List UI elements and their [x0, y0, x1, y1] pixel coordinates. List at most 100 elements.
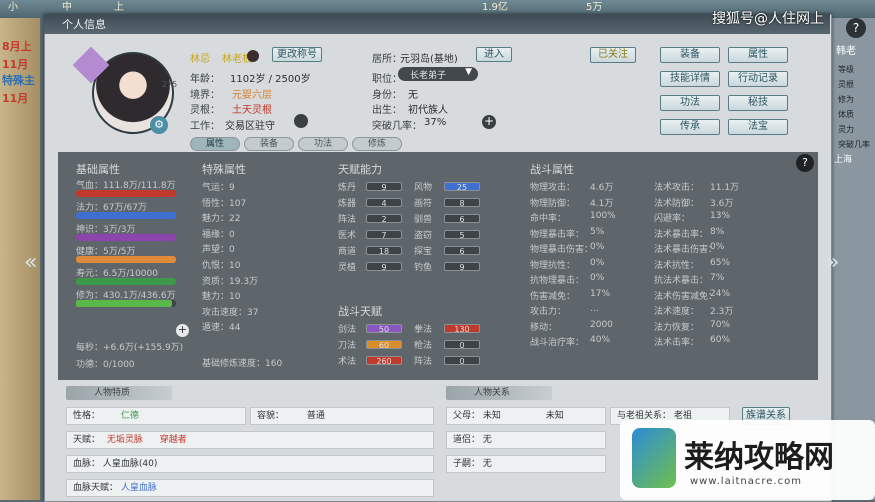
panel-title: 个人信息	[62, 18, 106, 31]
battle-skill-label: 阵法	[414, 357, 433, 367]
tab-attributes[interactable]: 属性	[190, 137, 240, 151]
combat-attr-label: 伤害减免：	[530, 291, 576, 302]
special-attr-item: 魅力：10	[202, 292, 241, 303]
combat-attr-label: 物理暴击率：	[530, 229, 585, 240]
basic-attr-row: 寿元：6.5万/10000	[76, 266, 186, 288]
battle-skill-label: 术法	[338, 357, 357, 367]
map-note-3: 特殊主	[2, 74, 35, 87]
combat-attr-label: 物理攻击：	[530, 183, 576, 193]
help-icon[interactable]: ?	[846, 18, 866, 38]
enter-residence-button[interactable]: 进入	[476, 47, 512, 62]
talent-grid: 炼丹 9 风物 25 炼器 4 画符 8 阵法 2 驯兽 6 医术 7 盗窃 5 商道 18 探宝 6 灵植 9 钓鱼 9	[338, 180, 488, 276]
combat-attr-value: 11.1万	[710, 183, 740, 193]
health-bar	[76, 190, 176, 197]
job-settings-icon[interactable]	[294, 114, 308, 128]
follow-button[interactable]: 已关注	[590, 47, 636, 63]
site-logo-icon	[632, 428, 676, 488]
position-dropdown[interactable]: 长老弟子 ▼	[398, 67, 478, 81]
attributes-button[interactable]: 属性	[728, 47, 788, 63]
stats-help-icon[interactable]: ?	[796, 154, 814, 172]
change-title-button[interactable]: 更改称号	[272, 47, 322, 62]
combat-attr-label: 命中率：	[530, 214, 567, 224]
settings-gear-icon[interactable]: ⚙	[150, 116, 168, 134]
basic-attr-row: 法力：67万/67万	[76, 200, 186, 222]
basic-attr-title: 基础属性	[76, 163, 120, 176]
chevron-down-icon: ▼	[465, 67, 472, 77]
combat-attr-label: 物理抗性：	[530, 260, 576, 271]
special-attr-item: 攻击速度：37	[202, 307, 259, 318]
combat-attr-value: 4.1万	[590, 198, 614, 209]
combat-attr-label: 法术击率：	[654, 338, 700, 348]
age-value: 1102岁 / 2500岁	[230, 74, 311, 85]
skill-detail-button[interactable]: 技能详情	[660, 71, 720, 87]
battle-skill-label: 拳法	[414, 325, 433, 335]
looks-label: 容貌：	[257, 411, 285, 421]
special-attr-item: 声望：0	[202, 245, 235, 256]
talent-label: 画符	[414, 199, 433, 209]
combat-attr-value: 8%	[710, 226, 725, 237]
combat-attr-label: 法术暴击率：	[654, 229, 709, 240]
father-value: 未知	[482, 411, 501, 421]
talent-label: 灵植	[338, 263, 357, 273]
talent-value: 9	[366, 182, 402, 192]
mana-bar	[76, 212, 176, 219]
combat-attr-label: 抗法术暴击：	[654, 276, 709, 286]
tab-technique[interactable]: 功法	[298, 137, 348, 151]
talent-value-b: 穿越者	[159, 435, 187, 445]
personality-row: 性格： 仁德	[66, 407, 246, 425]
right-note-name: 韩老	[836, 46, 856, 57]
talent-label: 炼器	[338, 199, 357, 209]
identity-value: 无	[408, 90, 418, 101]
tab-equipment[interactable]: 装备	[244, 137, 294, 151]
children-label: 子嗣：	[453, 459, 481, 469]
combat-attr-value: 2000	[590, 319, 613, 330]
special-attr-item: 魅力：22	[202, 214, 241, 225]
vitality-bar	[76, 256, 176, 263]
talent-label: 阵法	[338, 215, 357, 225]
treasure-button[interactable]: 法宝	[728, 119, 788, 135]
bloodline-talent-label: 血脉天赋：	[73, 483, 119, 493]
right-info-item: 等级	[838, 65, 854, 74]
talent-value: 8	[444, 198, 480, 208]
site-logo-text: 莱纳攻略网	[684, 440, 834, 475]
talent-label: 驯兽	[414, 215, 433, 225]
add-icon[interactable]: +	[482, 115, 496, 129]
prev-character-arrow[interactable]: «	[24, 250, 37, 275]
battle-skill-value: 130	[444, 324, 480, 334]
secret-skill-button[interactable]: 秘技	[728, 95, 788, 111]
realm-label: 境界：	[190, 90, 220, 101]
tab-cultivation[interactable]: 修炼	[352, 137, 402, 151]
job-value: 交易区驻守	[225, 121, 275, 132]
looks-value: 普通	[306, 411, 325, 421]
talent-title: 天赋能力	[338, 163, 382, 176]
top-tab-small[interactable]: 小	[4, 0, 22, 16]
add-cultivation-icon[interactable]: +	[176, 324, 189, 337]
talent-label: 探宝	[414, 247, 433, 257]
inheritance-button[interactable]: 传承	[660, 119, 720, 135]
site-logo: 莱纳攻略网 www.laitnacre.com	[620, 420, 875, 500]
combat-attr-label: 闪避率：	[654, 214, 691, 224]
character-surname: 林忌	[190, 54, 210, 65]
edit-name-icon[interactable]	[247, 50, 259, 62]
map-note-2: 11月	[2, 58, 29, 71]
equipment-button[interactable]: 装备	[660, 47, 720, 63]
talent-label: 商道	[338, 247, 357, 257]
lifespan-bar	[76, 278, 176, 285]
partner-value: 无	[482, 435, 492, 445]
right-info-item: 灵力	[838, 125, 854, 134]
combat-attr-label: 物理暴击伤害：	[530, 245, 594, 255]
combat-attr-label: 战斗治疗率：	[530, 338, 585, 348]
talent-value: 4	[366, 198, 402, 208]
next-character-arrow[interactable]: »	[826, 250, 839, 275]
combat-attr-value: 70%	[710, 319, 731, 330]
combat-attr-label: 法术伤害减免：	[654, 291, 718, 302]
technique-button[interactable]: 功法	[660, 95, 720, 111]
combat-attr-value: ...	[590, 304, 599, 314]
talent-label: 天赋：	[73, 435, 101, 445]
bloodline-talent-row: 血脉天赋： 人皇血脉	[66, 479, 434, 497]
talent-label: 医术	[338, 231, 357, 241]
talent-value: 9	[444, 262, 480, 272]
combat-attr-value: 40%	[590, 335, 611, 345]
action-log-button[interactable]: 行动记录	[728, 71, 788, 87]
battle-skill-title: 战斗天赋	[338, 305, 382, 318]
